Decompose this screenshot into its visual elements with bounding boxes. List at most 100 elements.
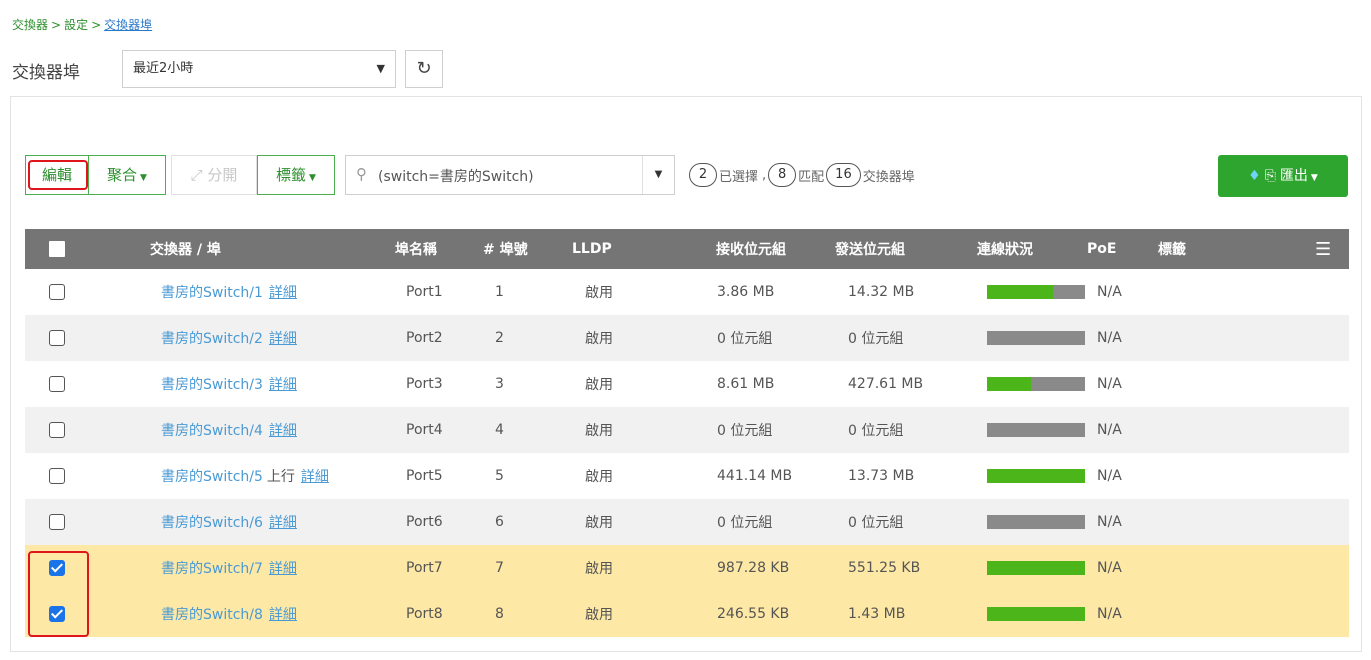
- status-cell: [987, 545, 1085, 591]
- matched-count-badge: 8: [768, 163, 797, 187]
- port-name-cell: Port7: [406, 560, 443, 576]
- port-name-cell: Port1: [406, 284, 443, 300]
- poe-cell: N/A: [1097, 560, 1122, 576]
- tx-bytes-cell: 0 位元組: [848, 331, 904, 347]
- detail-link[interactable]: 詳細: [269, 558, 297, 578]
- select-all-cell: [49, 229, 65, 269]
- switch-port-cell: 書房的Switch/8 詳細: [161, 591, 297, 637]
- table-row: 書房的Switch/7 詳細 Port7 7 啟用 987.28 KB 551.25 KB N…: [25, 545, 1349, 591]
- header-status[interactable]: 連線狀況: [977, 229, 1033, 269]
- table-row: 書房的Switch/8 詳細 Port8 8 啟用 246.55 KB 1.43 MB N/A: [25, 591, 1349, 637]
- detail-link[interactable]: 詳細: [301, 466, 329, 486]
- port-number-cell: 5: [495, 468, 504, 484]
- diamond-icon: ♦: [1248, 168, 1261, 184]
- switch-port-link[interactable]: 書房的Switch/7: [161, 558, 263, 578]
- connection-status-fill: [987, 285, 1053, 299]
- column-settings-icon[interactable]: ☰: [1315, 229, 1331, 269]
- table-row: 書房的Switch/1 詳細 Port1 1 啟用 3.86 MB 14.32 MB N/A: [25, 269, 1349, 315]
- time-range-select[interactable]: 最近2小時 ▼: [122, 50, 396, 88]
- detail-link[interactable]: 詳細: [269, 604, 297, 624]
- tx-bytes-cell: 14.32 MB: [848, 284, 915, 300]
- switch-port-link[interactable]: 書房的Switch/4: [161, 420, 263, 440]
- header-poe[interactable]: PoE: [1087, 229, 1116, 269]
- row-checkbox-cell: [49, 499, 65, 545]
- connection-status-bar: [987, 331, 1085, 345]
- switch-port-cell: 書房的Switch/1 詳細: [161, 269, 297, 315]
- breadcrumb-separator: >: [91, 18, 102, 32]
- document-icon: ⎘: [1264, 168, 1276, 184]
- table-body: 書房的Switch/1 詳細 Port1 1 啟用 3.86 MB 14.32 MB N/A 書…: [25, 269, 1349, 637]
- lldp-cell: 啟用: [585, 423, 613, 439]
- breadcrumb-item-switch[interactable]: 交換器: [12, 18, 48, 32]
- rx-bytes-cell: 8.61 MB: [717, 376, 775, 392]
- uplink-label: 上行: [266, 469, 295, 485]
- table-header: 交換器 / 埠 埠名稱 # 埠號 LLDP 接收位元組 發送位元組 連線狀況 P…: [25, 229, 1349, 269]
- table-row: 書房的Switch/3 詳細 Port3 3 啟用 8.61 MB 427.61 MB N/A: [25, 361, 1349, 407]
- breadcrumb-current[interactable]: 交換器埠: [104, 18, 152, 32]
- row-checkbox[interactable]: [49, 376, 65, 392]
- selected-count-badge: 2: [689, 163, 717, 187]
- row-checkbox[interactable]: [49, 330, 65, 346]
- header-switch-port[interactable]: 交換器 / 埠: [150, 229, 221, 269]
- export-button[interactable]: ♦ ⎘ 匯出 ▼: [1218, 155, 1348, 197]
- switch-port-link[interactable]: 書房的Switch/5: [161, 466, 263, 486]
- rx-bytes-cell: 0 位元組: [717, 515, 773, 531]
- switch-port-cell: 書房的Switch/2 詳細: [161, 315, 297, 361]
- breadcrumb-separator: >: [51, 18, 62, 32]
- breadcrumb: 交換器 > 設定 > 交換器埠: [12, 16, 152, 33]
- breadcrumb-item-settings[interactable]: 設定: [64, 18, 88, 32]
- tx-bytes-cell: 1.43 MB: [848, 606, 906, 622]
- switch-port-link[interactable]: 書房的Switch/1: [161, 282, 263, 302]
- lldp-cell: 啟用: [585, 607, 613, 623]
- tags-button[interactable]: 標籤 ▼: [257, 155, 335, 195]
- row-checkbox-cell: [49, 315, 65, 361]
- lldp-cell: 啟用: [585, 469, 613, 485]
- header-lldp[interactable]: LLDP: [572, 229, 612, 269]
- header-rx-bytes[interactable]: 接收位元組: [716, 229, 786, 269]
- header-tags[interactable]: 標籤: [1158, 229, 1186, 269]
- detail-link[interactable]: 詳細: [269, 420, 297, 440]
- edit-highlight: [28, 160, 88, 190]
- switch-port-link[interactable]: 書房的Switch/3: [161, 374, 263, 394]
- port-name-cell: Port6: [406, 514, 443, 530]
- connection-status-fill: [987, 469, 1085, 483]
- row-checkbox-cell: [49, 453, 65, 499]
- refresh-button[interactable]: ↻: [405, 50, 443, 88]
- port-name-cell: Port2: [406, 330, 443, 346]
- page-title: 交換器埠: [12, 63, 80, 83]
- header-tx-bytes[interactable]: 發送位元組: [835, 229, 905, 269]
- aggregate-button[interactable]: 聚合 ▼: [88, 155, 166, 195]
- filter-dropdown-icon[interactable]: ▼: [642, 156, 674, 194]
- detail-link[interactable]: 詳細: [269, 374, 297, 394]
- selection-counts: 2 已選擇, 8 匹配 16 交換器埠: [689, 163, 917, 187]
- poe-cell: N/A: [1097, 468, 1122, 484]
- switch-port-link[interactable]: 書房的Switch/2: [161, 328, 263, 348]
- tx-bytes-cell: 0 位元組: [848, 515, 904, 531]
- export-button-label: 匯出: [1279, 168, 1308, 184]
- row-checkbox[interactable]: [49, 468, 65, 484]
- split-button[interactable]: ⤢ 分開: [171, 155, 257, 195]
- tx-bytes-cell: 427.61 MB: [848, 376, 924, 392]
- port-number-cell: 7: [495, 560, 504, 576]
- detail-link[interactable]: 詳細: [269, 282, 297, 302]
- switch-port-link[interactable]: 書房的Switch/8: [161, 604, 263, 624]
- row-checkbox[interactable]: [49, 514, 65, 530]
- row-checkbox[interactable]: [49, 422, 65, 438]
- switch-port-link[interactable]: 書房的Switch/6: [161, 512, 263, 532]
- chevron-down-icon: ▼: [376, 62, 385, 75]
- connection-status-fill: [987, 561, 1085, 575]
- port-number-cell: 2: [495, 330, 504, 346]
- row-checkbox[interactable]: [49, 284, 65, 300]
- detail-link[interactable]: 詳細: [269, 512, 297, 532]
- select-all-checkbox[interactable]: [49, 241, 65, 257]
- header-port-number[interactable]: # 埠號: [483, 229, 528, 269]
- split-button-label: 分開: [207, 166, 238, 184]
- poe-cell: N/A: [1097, 422, 1122, 438]
- table-row: 書房的Switch/2 詳細 Port2 2 啟用 0 位元組 0 位元組 N/A: [25, 315, 1349, 361]
- search-filter-input[interactable]: ⚲ (switch=書房的Switch) ▼: [345, 155, 675, 195]
- detail-link[interactable]: 詳細: [269, 328, 297, 348]
- port-name-cell: Port3: [406, 376, 443, 392]
- checkbox-highlight: [28, 551, 89, 637]
- header-port-name[interactable]: 埠名稱: [395, 229, 437, 269]
- poe-cell: N/A: [1097, 284, 1122, 300]
